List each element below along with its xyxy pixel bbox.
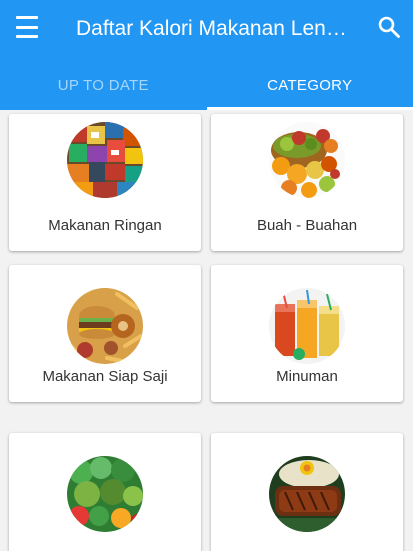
snacks-image [67,122,143,198]
category-label: Buah - Buahan [256,217,358,234]
app-bar: Daftar Kalori Makanan Lengkap UP TO DATE… [0,0,413,110]
category-card-vegetables[interactable] [9,433,201,551]
drinks-image [269,288,345,364]
category-card-drinks[interactable]: Minuman [211,265,403,402]
tab-bar: UP TO DATE CATEGORY [0,60,413,110]
category-card-fruits[interactable]: Buah - Buahan [211,114,403,251]
search-icon[interactable] [377,15,401,39]
category-label: Makanan Ringan [48,217,162,234]
vegetables-image [67,456,143,532]
app-title: Daftar Kalori Makanan Lengkap [76,17,356,40]
tab-category[interactable]: CATEGORY [206,60,413,110]
category-card-snacks[interactable]: Makanan Ringan [9,114,201,251]
category-card-fast-food[interactable]: Makanan Siap Saji [9,265,201,402]
category-grid: Makanan Ringan Buah - Buahan Makanan Sia… [0,110,413,551]
fast-food-image [67,288,143,364]
grilled-meat-image [269,456,345,532]
category-card-grilled-meat[interactable] [211,433,403,551]
menu-icon[interactable] [16,16,40,38]
category-label: Makanan Siap Saji [42,368,168,385]
category-label: Minuman [276,368,338,385]
tab-up-to-date[interactable]: UP TO DATE [0,60,207,110]
fruits-image [269,122,345,198]
